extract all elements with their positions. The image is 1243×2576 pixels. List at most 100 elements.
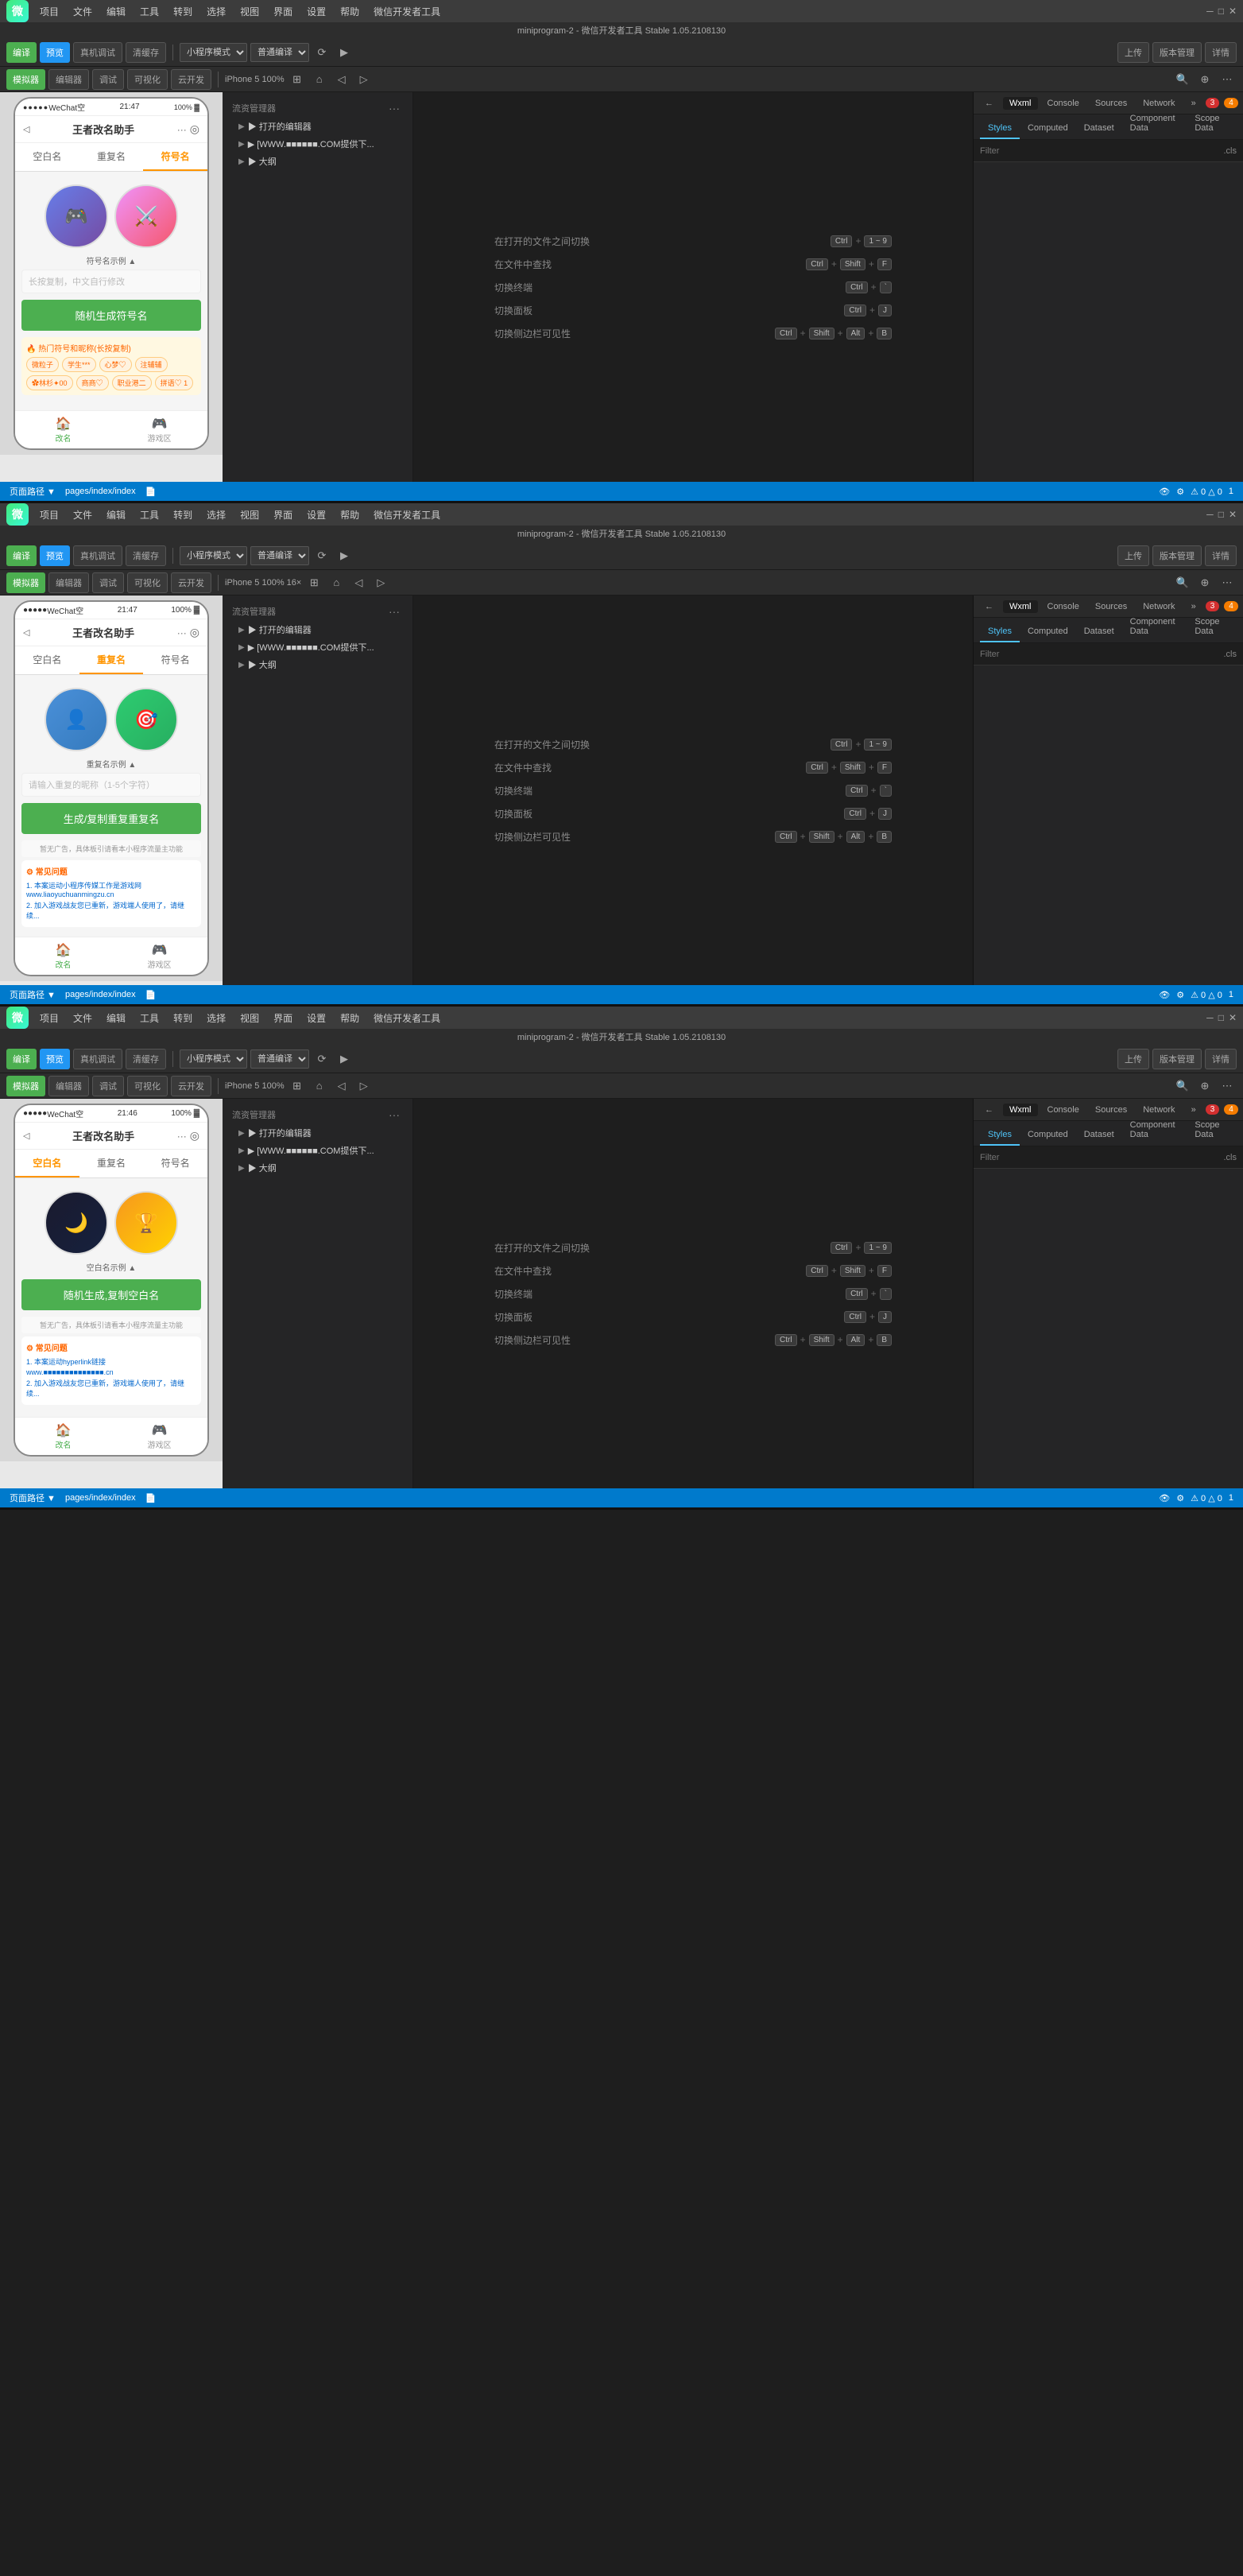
- dots-icon-3[interactable]: ⋯: [1218, 1077, 1237, 1096]
- realdev-btn-2[interactable]: 真机调试: [73, 545, 122, 566]
- hot-tag-1[interactable]: 学生***: [62, 357, 96, 372]
- compile-btn-2[interactable]: 编译: [6, 545, 37, 566]
- hot-tag-6[interactable]: 职业港二: [112, 375, 152, 390]
- menu-project-2[interactable]: 项目: [33, 506, 65, 523]
- refresh-icon-3[interactable]: ⟳: [312, 1049, 331, 1069]
- dt-console-tab-1[interactable]: Console: [1041, 97, 1086, 110]
- simulator-btn-1[interactable]: 模拟器: [6, 69, 45, 90]
- dt-wxml-tab-2[interactable]: Wxml: [1003, 600, 1038, 613]
- home-icon-3[interactable]: ⌂: [310, 1077, 329, 1096]
- cursor-icon-3[interactable]: ⊕: [1195, 1077, 1214, 1096]
- menu-settings[interactable]: 设置: [300, 3, 332, 20]
- back-icon-3[interactable]: ◁: [332, 1077, 351, 1096]
- play-icon-1[interactable]: ▶: [335, 43, 354, 62]
- footer-tab-rename-1[interactable]: 🏠 改名: [15, 411, 111, 448]
- search-icon-2[interactable]: 🔍: [1173, 573, 1192, 592]
- file-tree-item-0[interactable]: ▶ ▶ 打开的编辑器: [223, 118, 412, 135]
- hot-tag-3[interactable]: 注辅辅: [135, 357, 168, 372]
- subtab-component-2[interactable]: Component Data: [1122, 612, 1187, 642]
- window-minimize[interactable]: ─: [1206, 6, 1214, 17]
- menu-interface-2[interactable]: 界面: [267, 506, 299, 523]
- menu-goto-2[interactable]: 转到: [167, 506, 199, 523]
- phone-menu-dots-1[interactable]: ···: [177, 124, 187, 135]
- dt-network-tab-3[interactable]: Network: [1137, 1104, 1181, 1116]
- debug-btn-1[interactable]: 调试: [92, 69, 124, 90]
- dt-back-icon-1[interactable]: ←: [978, 97, 1000, 110]
- subtab-computed-2[interactable]: Computed: [1020, 622, 1076, 642]
- editor-btn-2[interactable]: 编辑器: [48, 572, 89, 593]
- menu-help-3[interactable]: 帮助: [334, 1010, 366, 1026]
- menu-select[interactable]: 选择: [200, 3, 232, 20]
- dt-sources-tab-2[interactable]: Sources: [1089, 600, 1133, 613]
- preview-btn-1[interactable]: 预览: [40, 42, 70, 63]
- translate-select-1[interactable]: 普通编译: [250, 43, 309, 62]
- visible-btn-3[interactable]: 可视化: [127, 1076, 168, 1096]
- file-tree-item-2-1[interactable]: ▶ ▶ [WWW.■■■■■■.COM提供下...: [223, 638, 412, 656]
- menu-tool-2[interactable]: 工具: [134, 506, 165, 523]
- cursor-icon[interactable]: ⊕: [1195, 70, 1214, 89]
- file-tree-item-3-2[interactable]: ▶ ▶ 大纲: [223, 1159, 412, 1177]
- breadcrumb-path-label-2[interactable]: 页面路径 ▼: [10, 988, 56, 1001]
- cloud-btn-3[interactable]: 云开发: [171, 1076, 211, 1096]
- filter-cls-1[interactable]: .cls: [1224, 146, 1237, 156]
- forward-icon[interactable]: ▷: [354, 70, 374, 89]
- phone-tab-symbol-3[interactable]: 符号名: [143, 1150, 207, 1177]
- window-maximize-3[interactable]: □: [1218, 1012, 1224, 1023]
- translate-select-2[interactable]: 普通编译: [250, 546, 309, 565]
- cloud-btn-1[interactable]: 云开发: [171, 69, 211, 90]
- settings-icon-breadcrumb-1[interactable]: ⚙: [1176, 487, 1184, 497]
- menu-select-2[interactable]: 选择: [200, 506, 232, 523]
- file-tree-more-3[interactable]: ···: [385, 1108, 403, 1121]
- landscape-icon[interactable]: ⊞: [288, 70, 307, 89]
- version-btn-1[interactable]: 版本管理: [1152, 42, 1202, 63]
- menu-project[interactable]: 项目: [33, 3, 65, 20]
- subtab-styles-3[interactable]: Styles: [980, 1125, 1020, 1146]
- save-btn-3[interactable]: 清缓存: [126, 1049, 166, 1069]
- menu-tool-3[interactable]: 工具: [134, 1010, 165, 1026]
- footer-games-3[interactable]: 🎮 游戏区: [111, 1418, 207, 1455]
- version-btn-2[interactable]: 版本管理: [1152, 545, 1202, 566]
- phone-tab-empty-3[interactable]: 空白名: [15, 1150, 79, 1177]
- hot-tag-2[interactable]: 心梦♡: [99, 357, 132, 372]
- upload-btn-1[interactable]: 上传: [1117, 42, 1149, 63]
- dt-console-tab-3[interactable]: Console: [1041, 1104, 1086, 1116]
- landscape-icon-2[interactable]: ⊞: [304, 573, 323, 592]
- subtab-component-1[interactable]: Component Data: [1122, 109, 1187, 139]
- menu-file[interactable]: 文件: [67, 3, 99, 20]
- settings-icon-breadcrumb-2[interactable]: ⚙: [1176, 990, 1184, 1000]
- debug-btn-2[interactable]: 调试: [92, 572, 124, 593]
- window-close-2[interactable]: ✕: [1229, 509, 1237, 520]
- phone-tab-repeat-2[interactable]: 重复名: [79, 646, 144, 674]
- subtab-scope-3[interactable]: Scope Data: [1187, 1115, 1237, 1146]
- compile-btn-1[interactable]: 编译: [6, 42, 37, 63]
- filter-input-3[interactable]: [980, 1153, 1218, 1162]
- menu-goto-3[interactable]: 转到: [167, 1010, 199, 1026]
- phone-tab-repeat-3[interactable]: 重复名: [79, 1150, 144, 1177]
- visible-btn-1[interactable]: 可视化: [127, 69, 168, 90]
- menu-edit[interactable]: 编辑: [100, 3, 132, 20]
- dt-network-tab-1[interactable]: Network: [1137, 97, 1181, 110]
- mode-select-3[interactable]: 小程序模式: [180, 1049, 247, 1069]
- dt-wxml-tab-1[interactable]: Wxml: [1003, 97, 1038, 110]
- mode-select-1[interactable]: 小程序模式: [180, 43, 247, 62]
- forward-icon-3[interactable]: ▷: [354, 1077, 374, 1096]
- menu-goto[interactable]: 转到: [167, 3, 199, 20]
- compile-btn-3[interactable]: 编译: [6, 1049, 37, 1069]
- phone-dots-3[interactable]: ···: [177, 1131, 187, 1142]
- window-maximize-2[interactable]: □: [1218, 509, 1224, 520]
- editor-btn-1[interactable]: 编辑器: [48, 69, 89, 90]
- play-icon-3[interactable]: ▶: [335, 1049, 354, 1069]
- phone-share-icon-1[interactable]: ◎: [190, 122, 199, 136]
- file-tree-item-3-0[interactable]: ▶ ▶ 打开的编辑器: [223, 1124, 412, 1142]
- phone-icon-3[interactable]: ◎: [190, 1129, 199, 1143]
- footer-rename-3[interactable]: 🏠 改名: [15, 1418, 111, 1455]
- subtab-styles-2[interactable]: Styles: [980, 622, 1020, 642]
- file-tree-item-2[interactable]: ▶ ▶ 大纲: [223, 153, 412, 170]
- menu-file-3[interactable]: 文件: [67, 1010, 99, 1026]
- menu-tool[interactable]: 工具: [134, 3, 165, 20]
- footer-games-2[interactable]: 🎮 游戏区: [111, 937, 207, 975]
- file-tree-item-2-2[interactable]: ▶ ▶ 大纲: [223, 656, 412, 673]
- menu-view-2[interactable]: 视图: [234, 506, 265, 523]
- debug-btn-3[interactable]: 调试: [92, 1076, 124, 1096]
- phone-tab-symbol-1[interactable]: 符号名: [143, 143, 207, 171]
